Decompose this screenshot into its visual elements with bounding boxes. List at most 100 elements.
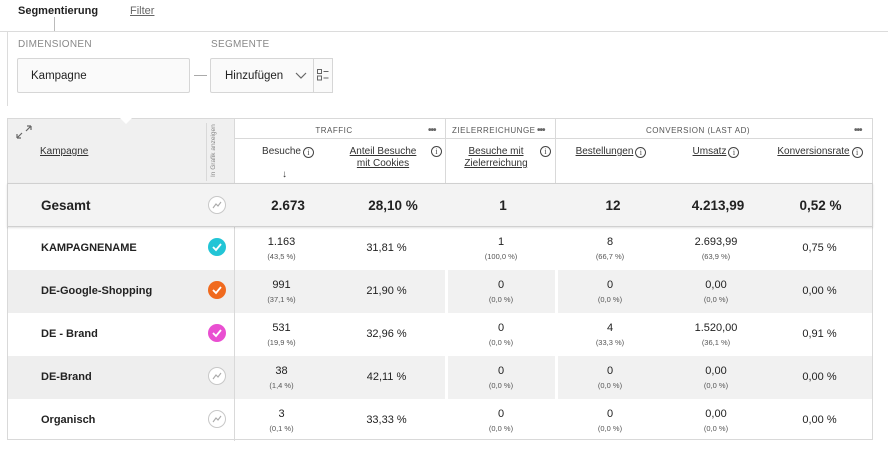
series-toggle[interactable] bbox=[208, 238, 226, 256]
cell-umsatz: 0,00 (0,0 %) bbox=[665, 270, 767, 313]
column-header-anteil[interactable]: Anteil Besuche mit Cookies bbox=[348, 146, 418, 170]
ziel-label-line1: Besuche mit bbox=[468, 146, 524, 157]
total-bestellungen: 12 bbox=[605, 198, 621, 213]
more-icon[interactable]: ••• bbox=[854, 125, 862, 136]
tab-filter[interactable]: Filter bbox=[130, 5, 154, 17]
cell-besuche: 3 (0,1 %) bbox=[235, 399, 328, 442]
trend-toggle[interactable] bbox=[208, 367, 226, 385]
sort-desc-icon[interactable]: ↓ bbox=[282, 169, 287, 180]
row-name: DE-Brand bbox=[41, 371, 92, 383]
cell-bestellungen: 8 (66,7 %) bbox=[555, 227, 665, 270]
cell-bestellungen: 0 (0,0 %) bbox=[555, 399, 665, 442]
cell-ziel: 0 (0,0 %) bbox=[448, 313, 554, 356]
trend-toggle[interactable] bbox=[208, 196, 226, 214]
table-row[interactable]: DE - Brand 531 (19,9 %) 32,96 % 0 (0,0 %) … bbox=[8, 313, 872, 356]
trend-line-icon bbox=[212, 201, 222, 209]
panel-border bbox=[7, 31, 8, 106]
value: 0,00 % bbox=[802, 371, 837, 383]
in-grafik-header: In Grafik anzeigen bbox=[204, 123, 232, 181]
series-toggle[interactable] bbox=[208, 324, 226, 342]
connector-line bbox=[194, 75, 207, 76]
column-header-umsatz[interactable]: Umsatz i bbox=[688, 146, 744, 158]
series-toggle[interactable] bbox=[208, 281, 226, 299]
row-name-cell: DE - Brand bbox=[8, 313, 234, 356]
value: 531 bbox=[272, 322, 291, 334]
cell-ziel: 0 (0,0 %) bbox=[448, 399, 554, 442]
cell-anteil: 31,81 % bbox=[328, 227, 445, 270]
group-divider bbox=[235, 138, 872, 139]
share: (33,3 %) bbox=[595, 338, 625, 347]
total-umsatz: 4.213,99 bbox=[691, 198, 745, 213]
total-label: Gesamt bbox=[41, 198, 91, 213]
besuche-label: Besuche bbox=[262, 146, 301, 157]
column-header-bestellungen[interactable]: Bestellungen i bbox=[573, 146, 649, 158]
segmente-label: SEGMENTE bbox=[211, 39, 270, 50]
table-row[interactable]: DE-Brand 38 (1,4 %) 42,11 % 0 (0,0 %) 0 (0,… bbox=[8, 356, 872, 399]
dimensionen-label: DIMENSIONEN bbox=[18, 39, 92, 50]
expand-icon[interactable] bbox=[16, 125, 32, 139]
tab-bar: Segmentierung Filter bbox=[0, 0, 888, 32]
more-icon[interactable]: ••• bbox=[537, 125, 545, 136]
table-row[interactable]: KAMPAGNENAME 1.163 (43,5 %) 31,81 % 1 (100… bbox=[8, 227, 872, 270]
value: 1.163 bbox=[267, 236, 296, 248]
more-icon[interactable]: ••• bbox=[428, 125, 436, 136]
value: 0,00 % bbox=[802, 285, 837, 297]
group-title-zielerreichunge: ZIELERREICHUNGE bbox=[452, 126, 536, 135]
column-header-konversionsrate[interactable]: Konversionsrate i bbox=[774, 146, 866, 158]
cell-ziel: 1 (100,0 %) bbox=[448, 227, 554, 270]
table-row[interactable]: DE-Google-Shopping 991 (37,1 %) 21,90 % 0… bbox=[8, 270, 872, 313]
value: 42,11 % bbox=[366, 371, 407, 383]
column-header-zielerreichung[interactable]: Besuche mit Zielerreichung bbox=[460, 146, 532, 170]
segment-list-button[interactable] bbox=[313, 58, 333, 93]
share: (0,0 %) bbox=[597, 424, 623, 433]
segment-select[interactable]: Hinzufügen bbox=[210, 58, 314, 93]
value: 0 bbox=[497, 365, 505, 377]
cell-ziel: 0 (0,0 %) bbox=[448, 356, 554, 399]
info-icon[interactable]: i bbox=[728, 147, 740, 158]
info-icon[interactable]: i bbox=[851, 147, 863, 158]
cell-bestellungen: 0 (0,0 %) bbox=[555, 270, 665, 313]
value: 0 bbox=[497, 322, 505, 334]
row-name-cell: DE-Brand bbox=[8, 356, 234, 399]
anteil-label-line1: Anteil Besuche bbox=[349, 146, 417, 157]
info-icon[interactable]: i bbox=[540, 146, 551, 157]
value: 0,00 bbox=[705, 365, 727, 377]
info-icon[interactable]: i bbox=[302, 147, 314, 158]
row-name: Organisch bbox=[41, 414, 96, 426]
cell-rate: 0,91 % bbox=[767, 313, 872, 356]
info-icon[interactable]: i bbox=[431, 146, 442, 157]
share: (0,0 %) bbox=[488, 338, 514, 347]
cell-rate: 0,00 % bbox=[767, 270, 872, 313]
trend-toggle[interactable] bbox=[208, 410, 226, 428]
cell-anteil: 21,90 % bbox=[328, 270, 445, 313]
check-icon bbox=[212, 329, 222, 338]
share: (36,1 %) bbox=[701, 338, 731, 347]
column-header-besuche[interactable]: Besuche i bbox=[258, 146, 318, 158]
value: 2.693,99 bbox=[694, 236, 738, 248]
table-row[interactable]: Organisch 3 (0,1 %) 33,33 % 0 (0,0 %) 0 (0,… bbox=[8, 399, 872, 442]
trend-line-icon bbox=[212, 415, 222, 423]
cell-besuche: 38 (1,4 %) bbox=[235, 356, 328, 399]
share: (1,4 %) bbox=[269, 381, 294, 390]
info-icon[interactable]: i bbox=[635, 147, 647, 158]
total-ziel: 1 bbox=[499, 198, 507, 213]
share: (0,0 %) bbox=[703, 295, 729, 304]
check-icon bbox=[212, 243, 222, 252]
check-icon bbox=[212, 286, 222, 295]
column-header-kampagne[interactable]: Kampagne bbox=[40, 146, 88, 157]
divider bbox=[555, 119, 556, 183]
ziel-label-line2: Zielerreichung bbox=[464, 158, 528, 169]
cell-umsatz: 0,00 (0,0 %) bbox=[665, 356, 767, 399]
dimension-value: Kampagne bbox=[31, 70, 87, 82]
cell-besuche: 991 (37,1 %) bbox=[235, 270, 328, 313]
dimension-select[interactable]: Kampagne bbox=[17, 58, 190, 93]
value: 0 bbox=[497, 279, 505, 291]
in-grafik-label: In Grafik anzeigen bbox=[210, 124, 217, 177]
share: (63,9 %) bbox=[701, 252, 731, 261]
total-anteil: 28,10 % bbox=[368, 198, 418, 213]
row-name: DE-Google-Shopping bbox=[41, 285, 153, 297]
total-besuche: 2.673 bbox=[271, 198, 305, 213]
share: (100,0 %) bbox=[484, 252, 518, 261]
value: 991 bbox=[272, 279, 291, 291]
tab-segmentierung[interactable]: Segmentierung bbox=[18, 5, 98, 17]
